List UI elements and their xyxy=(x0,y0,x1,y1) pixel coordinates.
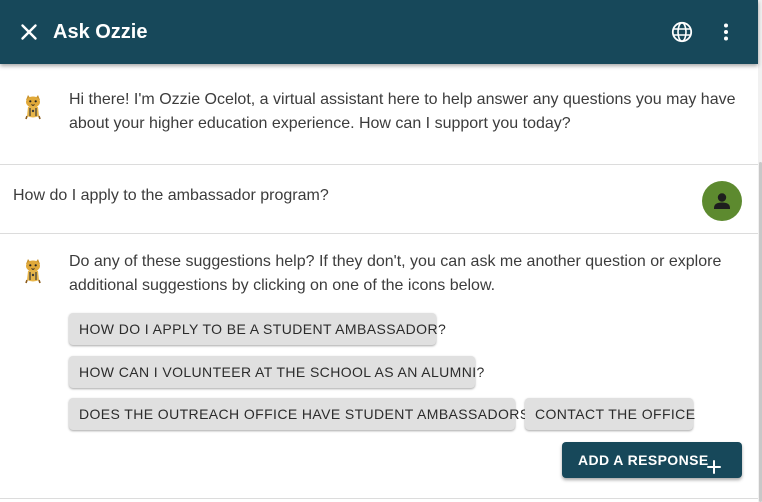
suggestion-chip[interactable]: DOES THE OUTREACH OFFICE HAVE STUDENT AM… xyxy=(69,398,537,430)
page-title: Ask Ozzie xyxy=(53,21,148,43)
user-message-text: How do I apply to the ambassador program… xyxy=(13,187,329,204)
ocelot-mascot-icon xyxy=(22,258,44,284)
suggestion-chip-contact[interactable]: CONTACT THE OFFICE xyxy=(525,398,695,430)
more-vertical-icon[interactable] xyxy=(714,20,738,44)
person-icon xyxy=(702,181,742,221)
ocelot-mascot-icon xyxy=(22,94,44,120)
plus-icon xyxy=(706,452,722,474)
bot-message: Hi there! I'm Ozzie Ocelot, a virtual as… xyxy=(0,64,758,164)
add-response-label: ADD A RESPONSE xyxy=(578,452,709,468)
add-response-button[interactable]: ADD A RESPONSE xyxy=(562,442,742,478)
app-header: Ask Ozzie xyxy=(0,0,758,64)
suggestion-chip[interactable]: HOW DO I APPLY TO BE A STUDENT AMBASSADO… xyxy=(69,313,446,345)
close-icon[interactable] xyxy=(17,20,41,44)
message-divider xyxy=(0,498,758,499)
chat-window: Ask Ozzie Hi there! I'm Ozzie Ocelot, a … xyxy=(0,0,762,502)
bot-message-text: Hi there! I'm Ozzie Ocelot, a virtual as… xyxy=(69,91,736,132)
user-message: How do I apply to the ambassador program… xyxy=(0,165,758,233)
suggestion-chip[interactable]: HOW CAN I VOLUNTEER AT THE SCHOOL AS AN … xyxy=(69,356,484,388)
globe-icon[interactable] xyxy=(670,20,694,44)
bot-message-text: Do any of these suggestions help? If the… xyxy=(69,253,722,294)
